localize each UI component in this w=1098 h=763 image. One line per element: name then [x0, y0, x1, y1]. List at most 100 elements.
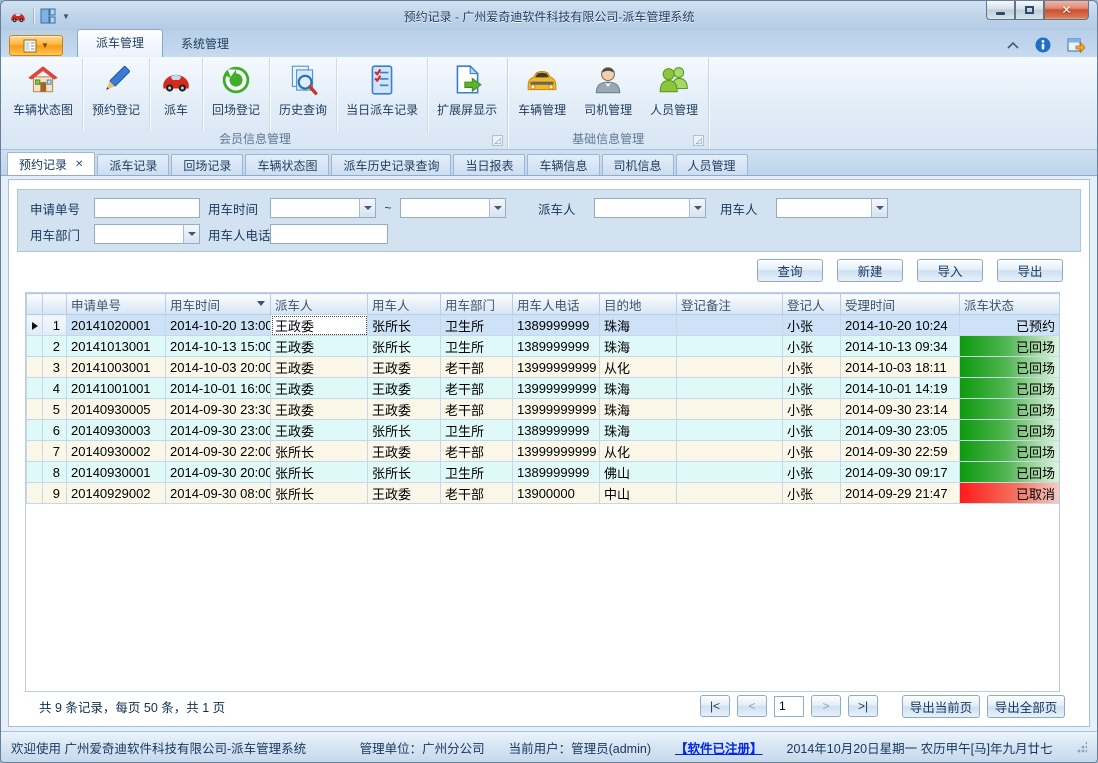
table-row[interactable]: 3201410030012014-10-03 20:00王政委王政委老干部139…: [27, 357, 1061, 378]
chevron-down-icon[interactable]: [689, 199, 705, 217]
new-button[interactable]: 新建: [837, 259, 903, 282]
dispatcher-combobox[interactable]: [594, 198, 706, 218]
chevron-down-icon[interactable]: [871, 199, 887, 217]
cell-use_time[interactable]: 2014-10-13 15:00: [166, 336, 271, 357]
table-row[interactable]: 4201410010012014-10-01 16:00王政委王政委老干部139…: [27, 378, 1061, 399]
cell-dispatcher[interactable]: 张所长: [271, 441, 368, 462]
chevron-down-icon[interactable]: [359, 199, 375, 217]
cell-use_time[interactable]: 2014-09-30 20:00: [166, 462, 271, 483]
cell-apply_no[interactable]: 20140930002: [67, 441, 166, 462]
cell-apply_no[interactable]: 20140930001: [67, 462, 166, 483]
cell-dispatcher[interactable]: 王政委: [271, 399, 368, 420]
cell-phone[interactable]: 1389999999: [513, 420, 600, 441]
cell-accept_time[interactable]: 2014-09-29 21:47: [841, 483, 960, 504]
cell-phone[interactable]: 1389999999: [513, 336, 600, 357]
column-header-use_time[interactable]: 用车时间: [166, 294, 271, 315]
page-number-input[interactable]: [774, 696, 804, 717]
cell-department[interactable]: 老干部: [441, 399, 513, 420]
column-header-status[interactable]: 派车状态: [960, 294, 1061, 315]
cell-registrar[interactable]: 小张: [783, 483, 841, 504]
cell-phone[interactable]: 1389999999: [513, 315, 600, 336]
cell-department[interactable]: 老干部: [441, 378, 513, 399]
cell-phone[interactable]: 13900000: [513, 483, 600, 504]
cell-dispatcher[interactable]: 王政委: [271, 420, 368, 441]
use-time-from-combobox[interactable]: [270, 198, 376, 218]
cell-dispatcher[interactable]: 王政委: [271, 336, 368, 357]
cell-phone[interactable]: 13999999999: [513, 378, 600, 399]
cell-remark[interactable]: [677, 357, 783, 378]
cell-user[interactable]: 王政委: [368, 399, 441, 420]
ribbon-collapse-chevron-up-icon[interactable]: [1007, 41, 1019, 49]
cell-accept_time[interactable]: 2014-09-30 22:59: [841, 441, 960, 462]
cell-remark[interactable]: [677, 399, 783, 420]
cell-user[interactable]: 王政委: [368, 357, 441, 378]
ribbon-tab-system[interactable]: 系统管理: [163, 31, 247, 57]
cell-use_time[interactable]: 2014-10-01 16:00: [166, 378, 271, 399]
cell-destination[interactable]: 从化: [600, 357, 677, 378]
column-header-user[interactable]: 用车人: [368, 294, 441, 315]
cell-destination[interactable]: 中山: [600, 483, 677, 504]
cell-remark[interactable]: [677, 336, 783, 357]
cell-remark[interactable]: [677, 441, 783, 462]
license-registered-link[interactable]: 【软件已注册】: [675, 738, 763, 757]
department-combobox[interactable]: [94, 224, 200, 244]
ribbon-button-extend-screen[interactable]: 扩展屏显示: [428, 58, 506, 132]
first-page-button[interactable]: |<: [700, 695, 730, 717]
cell-apply_no[interactable]: 20141001001: [67, 378, 166, 399]
cell-accept_time[interactable]: 2014-10-03 18:11: [841, 357, 960, 378]
cell-phone[interactable]: 13999999999: [513, 399, 600, 420]
dialog-launcher-icon[interactable]: ◿: [492, 135, 503, 146]
column-header-remark[interactable]: 登记备注: [677, 294, 783, 315]
cell-department[interactable]: 老干部: [441, 357, 513, 378]
ribbon-button-yellow-car[interactable]: 车辆管理: [509, 58, 575, 132]
cell-user[interactable]: 张所长: [368, 336, 441, 357]
quick-access-dropdown-icon[interactable]: ▼: [62, 12, 70, 21]
doc-tab-2[interactable]: 回场记录: [171, 154, 243, 175]
column-header-apply_no[interactable]: 申请单号: [67, 294, 166, 315]
cell-use_time[interactable]: 2014-09-30 08:00: [166, 483, 271, 504]
cell-dispatcher[interactable]: 王政委: [271, 357, 368, 378]
cell-registrar[interactable]: 小张: [783, 336, 841, 357]
cell-remark[interactable]: [677, 420, 783, 441]
doc-tab-1[interactable]: 派车记录: [97, 154, 169, 175]
cell-apply_no[interactable]: 20141013001: [67, 336, 166, 357]
ribbon-button-pencil[interactable]: 预约登记: [83, 58, 150, 132]
table-row[interactable]: 9201409290022014-09-30 08:00张所长王政委老干部139…: [27, 483, 1061, 504]
export-all-pages-button[interactable]: 导出全部页: [987, 695, 1065, 718]
cell-dispatcher[interactable]: 王政委: [271, 315, 368, 336]
column-header-phone[interactable]: 用车人电话: [513, 294, 600, 315]
last-page-button[interactable]: >|: [848, 695, 878, 717]
cell-remark[interactable]: [677, 315, 783, 336]
cell-accept_time[interactable]: 2014-10-20 10:24: [841, 315, 960, 336]
cell-use_time[interactable]: 2014-10-03 20:00: [166, 357, 271, 378]
cell-destination[interactable]: 佛山: [600, 462, 677, 483]
cell-dispatcher[interactable]: 王政委: [271, 378, 368, 399]
cell-registrar[interactable]: 小张: [783, 420, 841, 441]
cell-destination[interactable]: 珠海: [600, 420, 677, 441]
chevron-down-icon[interactable]: [183, 225, 199, 243]
cell-use_time[interactable]: 2014-09-30 23:30: [166, 399, 271, 420]
cell-department[interactable]: 卫生所: [441, 336, 513, 357]
cell-department[interactable]: 卫生所: [441, 462, 513, 483]
resize-grip-icon[interactable]: [1077, 741, 1087, 753]
ribbon-button-checklist[interactable]: 当日派车记录: [337, 58, 428, 132]
chevron-down-icon[interactable]: [489, 199, 505, 217]
cell-apply_no[interactable]: 20140929002: [67, 483, 166, 504]
use-time-to-combobox[interactable]: [400, 198, 506, 218]
cell-destination[interactable]: 从化: [600, 441, 677, 462]
maximize-button[interactable]: [1015, 1, 1044, 20]
cell-apply_no[interactable]: 20140930003: [67, 420, 166, 441]
cell-dispatcher[interactable]: 张所长: [271, 483, 368, 504]
cell-user[interactable]: 王政委: [368, 378, 441, 399]
doc-tab-5[interactable]: 当日报表: [453, 154, 525, 175]
cell-accept_time[interactable]: 2014-10-13 09:34: [841, 336, 960, 357]
cell-use_time[interactable]: 2014-09-30 23:00: [166, 420, 271, 441]
cell-registrar[interactable]: 小张: [783, 357, 841, 378]
cell-remark[interactable]: [677, 378, 783, 399]
export-current-page-button[interactable]: 导出当前页: [902, 695, 980, 718]
previous-page-button[interactable]: <: [737, 695, 767, 717]
next-page-button[interactable]: >: [811, 695, 841, 717]
cell-department[interactable]: 卫生所: [441, 315, 513, 336]
cell-remark[interactable]: [677, 483, 783, 504]
cell-accept_time[interactable]: 2014-09-30 09:17: [841, 462, 960, 483]
